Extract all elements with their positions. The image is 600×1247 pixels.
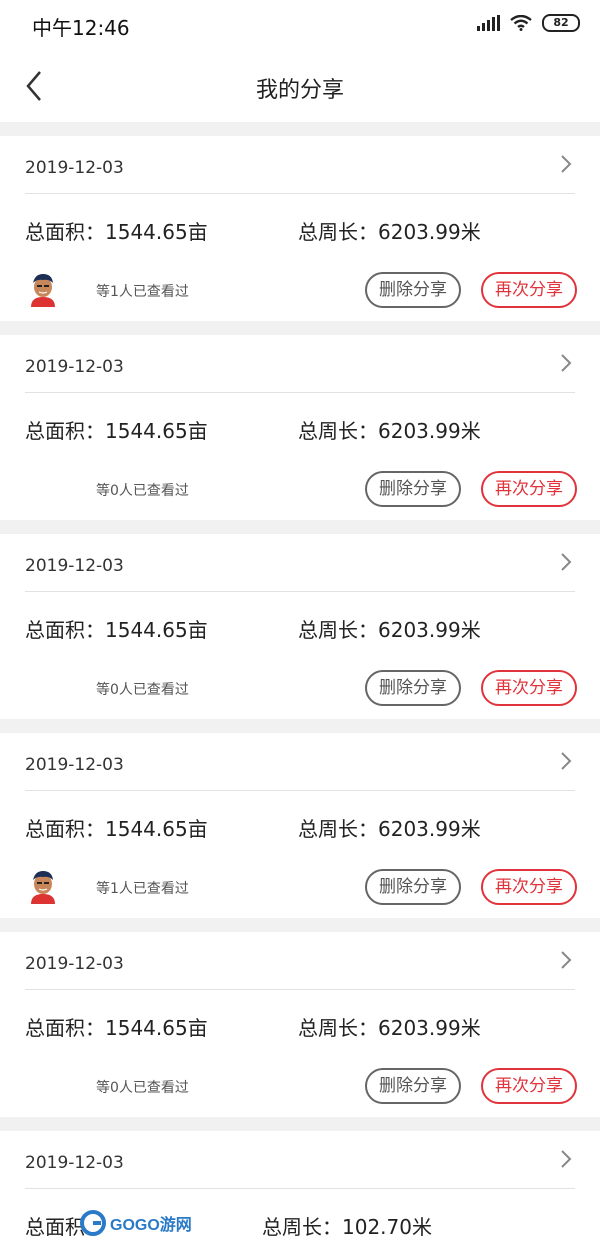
divider (25, 790, 575, 791)
share-date: 2019-12-03 (25, 357, 124, 377)
share-card[interactable]: 2019-12-03 总面积：1544.65亩 总周长：6203.99米 等0人… (0, 335, 600, 520)
share-date: 2019-12-03 (25, 755, 124, 775)
total-area: 总面积：1544.65亩 (25, 1016, 208, 1040)
divider (25, 1188, 575, 1189)
total-area: 总面积：1544.65亩 (25, 419, 208, 443)
page-title: 我的分享 (255, 78, 344, 103)
chevron-right-icon[interactable] (556, 550, 576, 574)
total-perimeter: 总周长：6203.99米 (298, 220, 481, 244)
divider (25, 989, 575, 990)
total-perimeter: 总周长：6203.99米 (298, 419, 481, 443)
divider (25, 392, 575, 393)
delete-share-button[interactable]: 删除分享 (365, 869, 461, 905)
nav-bar: 我的分享 (0, 52, 600, 122)
share-date: 2019-12-03 (25, 954, 124, 974)
watermark-text: GOGO游网 (110, 1217, 192, 1234)
divider (25, 193, 575, 194)
viewed-count: 等0人已查看过 (96, 1080, 189, 1096)
viewed-count: 等1人已查看过 (96, 881, 189, 897)
signal-icon (477, 15, 500, 31)
chevron-right-icon[interactable] (556, 948, 576, 972)
share-card[interactable]: 2019-12-03 总面积：1544.65亩 总周长：6203.99米 等0人… (0, 932, 600, 1117)
total-area: 总面积：1544.65亩 (25, 618, 208, 642)
delete-share-button[interactable]: 删除分享 (365, 1068, 461, 1104)
total-area: 总面积：1544.65亩 (25, 220, 208, 244)
reshare-button[interactable]: 再次分享 (481, 670, 577, 706)
chevron-right-icon[interactable] (556, 749, 576, 773)
viewed-count: 等0人已查看过 (96, 483, 189, 499)
delete-share-button[interactable]: 删除分享 (365, 471, 461, 507)
share-date: 2019-12-03 (25, 158, 124, 178)
delete-share-button[interactable]: 删除分享 (365, 272, 461, 308)
total-perimeter: 总周长：6203.99米 (298, 618, 481, 642)
battery-icon: 82 (542, 14, 580, 32)
share-list: 2019-12-03 总面积：1544.65亩 总周长：6203.99米 等1人… (0, 136, 600, 1247)
share-card[interactable]: 2019-12-03 总面积：1544.65亩 总周长：6203.99米 等1人… (0, 136, 600, 321)
wifi-icon (510, 15, 532, 31)
spacer (0, 122, 600, 136)
logo-icon (80, 1210, 106, 1236)
status-bar: 中午12:46 82 (0, 0, 600, 52)
chevron-right-icon[interactable] (556, 152, 576, 176)
reshare-button[interactable]: 再次分享 (481, 1068, 577, 1104)
chevron-right-icon[interactable] (556, 1147, 576, 1171)
total-area: 总面积 (25, 1215, 85, 1239)
total-area: 总面积：1544.65亩 (25, 817, 208, 841)
chevron-right-icon[interactable] (556, 351, 576, 375)
watermark-logo: GOGO游网 (80, 1206, 200, 1240)
reshare-button[interactable]: 再次分享 (481, 869, 577, 905)
share-card[interactable]: 2019-12-03 总面积：1544.65亩 总周长：6203.99米 等1人… (0, 733, 600, 918)
delete-share-button[interactable]: 删除分享 (365, 670, 461, 706)
total-perimeter: 总周长：102.70米 (262, 1215, 432, 1239)
share-date: 2019-12-03 (25, 1153, 124, 1173)
avatar (31, 871, 55, 904)
share-card[interactable]: 2019-12-03 总面积：1544.65亩 总周长：6203.99米 等0人… (0, 534, 600, 719)
reshare-button[interactable]: 再次分享 (481, 471, 577, 507)
viewed-count: 等0人已查看过 (96, 682, 189, 698)
avatar (31, 274, 55, 307)
share-date: 2019-12-03 (25, 556, 124, 576)
divider (25, 591, 575, 592)
status-icons: 82 (477, 14, 580, 32)
total-perimeter: 总周长：6203.99米 (298, 1016, 481, 1040)
viewed-count: 等1人已查看过 (96, 284, 189, 300)
total-perimeter: 总周长：6203.99米 (298, 817, 481, 841)
reshare-button[interactable]: 再次分享 (481, 272, 577, 308)
status-time: 中午12:46 (32, 16, 130, 40)
